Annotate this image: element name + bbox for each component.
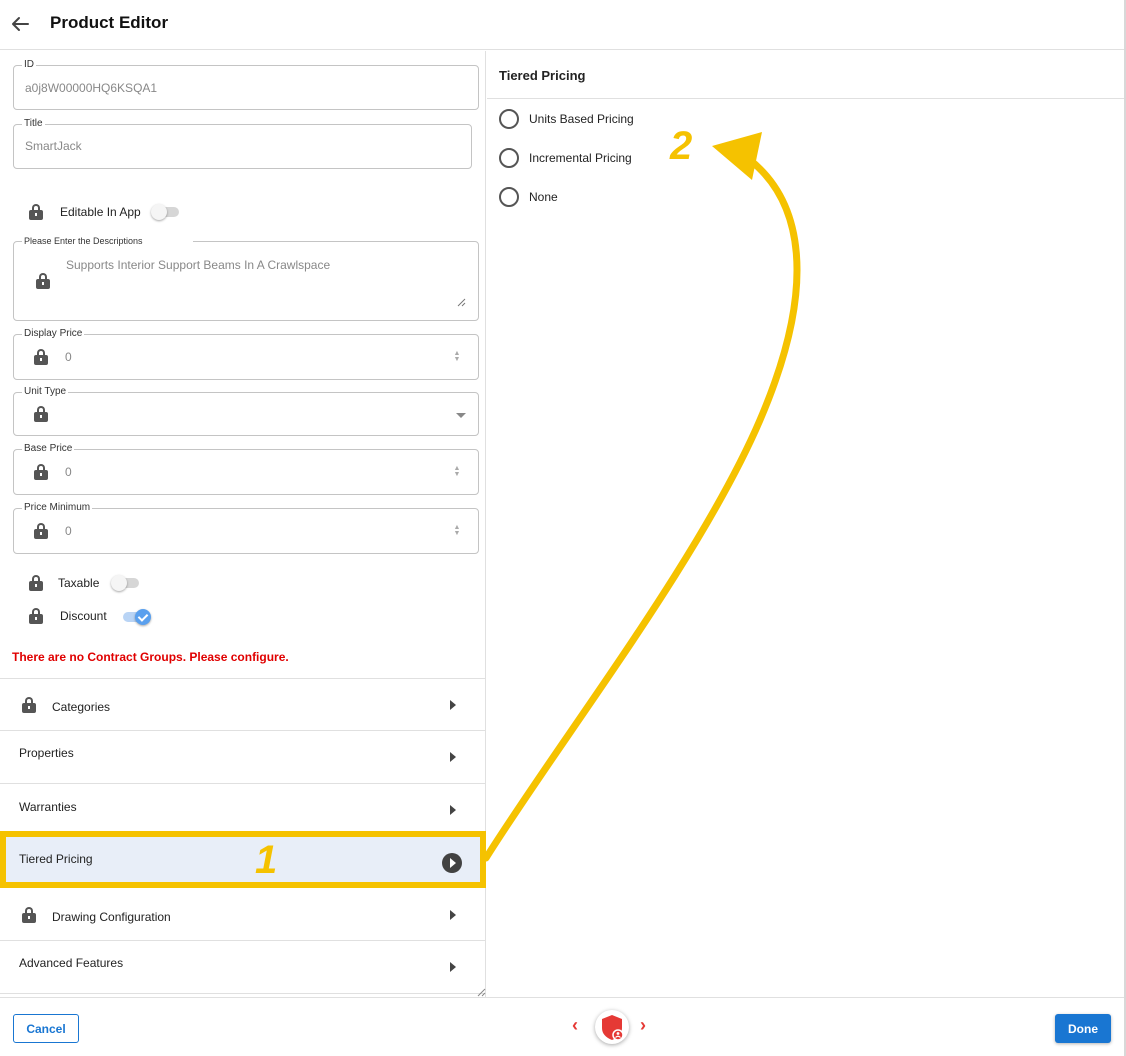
app-logo-icon[interactable] — [595, 1010, 629, 1044]
section-row-warranties[interactable]: Warranties — [0, 783, 485, 835]
lock-icon — [36, 273, 50, 289]
caret-right-icon — [450, 700, 456, 710]
lock-icon — [22, 697, 36, 713]
display-price-label: Display Price — [24, 328, 83, 339]
lock-icon — [29, 204, 43, 220]
section-row-drawing-configuration[interactable]: Drawing Configuration — [0, 886, 485, 940]
section-row-advanced-features[interactable]: Advanced Features — [0, 940, 485, 994]
divider — [487, 98, 1124, 99]
textarea-resize-icon[interactable] — [456, 297, 466, 307]
number-spinner-icon[interactable]: ▲ ▼ — [453, 524, 461, 537]
section-label: Drawing Configuration — [52, 910, 171, 924]
description-field[interactable]: Please Enter the Descriptions — [13, 236, 479, 321]
unit-type-label: Unit Type — [24, 386, 67, 397]
radio-label: Units Based Pricing — [529, 112, 634, 126]
lock-icon — [34, 349, 48, 365]
radio-label: Incremental Pricing — [529, 151, 632, 165]
number-spinner-icon[interactable]: ▲ ▼ — [453, 350, 461, 363]
number-spinner-icon[interactable]: ▲ ▼ — [453, 465, 461, 478]
caret-right-icon — [450, 752, 456, 762]
dropdown-arrow-icon[interactable] — [456, 413, 466, 418]
discount-toggle[interactable] — [121, 608, 151, 626]
display-price-field[interactable]: Display Price — [13, 329, 479, 380]
section-label: Properties — [19, 746, 74, 760]
lock-icon — [34, 523, 48, 539]
radio-none[interactable] — [499, 187, 519, 207]
base-price-field[interactable]: Base Price — [13, 444, 479, 495]
caret-right-icon — [450, 805, 456, 815]
base-price-label: Base Price — [24, 443, 73, 454]
id-field-label: ID — [24, 59, 34, 70]
unit-type-select[interactable]: Unit Type — [13, 387, 479, 436]
radio-label: None — [529, 190, 558, 204]
section-row-categories[interactable]: Categories — [0, 678, 485, 730]
play-circle-icon — [442, 853, 462, 873]
radio-incremental-pricing[interactable] — [499, 148, 519, 168]
taxable-toggle[interactable] — [111, 574, 141, 592]
caret-right-icon — [450, 910, 456, 920]
price-minimum-value: 0 — [65, 524, 72, 538]
tiered-pricing-title: Tiered Pricing — [499, 68, 586, 83]
discount-label: Discount — [60, 609, 107, 623]
back-arrow-icon[interactable] — [8, 12, 32, 36]
price-minimum-field[interactable]: Price Minimum — [13, 503, 479, 554]
radio-units-based-pricing[interactable] — [499, 109, 519, 129]
lock-icon — [22, 907, 36, 923]
panel-resize-icon[interactable] — [476, 987, 486, 997]
editable-in-app-label: Editable In App — [60, 205, 141, 219]
section-label: Categories — [52, 700, 111, 714]
base-price-value: 0 — [65, 465, 72, 479]
chevron-right-icon[interactable]: › — [640, 1015, 646, 1036]
id-field-value: a0j8W00000HQ6KSQA1 — [25, 81, 158, 95]
product-form-panel: ID a0j8W00000HQ6KSQA1 Title SmartJack Ed… — [0, 51, 486, 997]
lock-icon — [34, 406, 48, 422]
app-header: Product Editor — [0, 0, 1126, 50]
page-title: Product Editor — [50, 13, 169, 32]
display-price-value: 0 — [65, 350, 72, 364]
footer-bar: Cancel ‹ › Done — [0, 997, 1124, 1056]
description-value: Supports Interior Support Beams In A Cra… — [66, 258, 331, 272]
done-button[interactable]: Done — [1055, 1014, 1111, 1043]
editable-in-app-toggle[interactable] — [151, 203, 181, 221]
caret-right-icon — [450, 962, 456, 972]
contract-groups-warning: There are no Contract Groups. Please con… — [12, 650, 289, 664]
section-row-tiered-pricing[interactable]: Tiered Pricing — [0, 835, 485, 886]
lock-icon — [34, 464, 48, 480]
price-minimum-label: Price Minimum — [24, 502, 91, 513]
cancel-button[interactable]: Cancel — [13, 1014, 79, 1043]
chevron-left-icon[interactable]: ‹ — [572, 1015, 578, 1036]
description-field-label: Please Enter the Descriptions — [24, 236, 143, 246]
lock-icon — [29, 575, 43, 591]
title-field-label: Title — [24, 118, 43, 129]
title-field-value: SmartJack — [25, 139, 82, 153]
section-label: Warranties — [19, 800, 77, 814]
section-label: Tiered Pricing — [19, 852, 93, 866]
section-row-properties[interactable]: Properties — [0, 730, 485, 783]
section-label: Advanced Features — [19, 956, 124, 970]
taxable-label: Taxable — [58, 576, 100, 590]
lock-icon — [29, 608, 43, 624]
tiered-pricing-panel: Tiered Pricing Units Based Pricing Incre… — [487, 51, 1126, 997]
